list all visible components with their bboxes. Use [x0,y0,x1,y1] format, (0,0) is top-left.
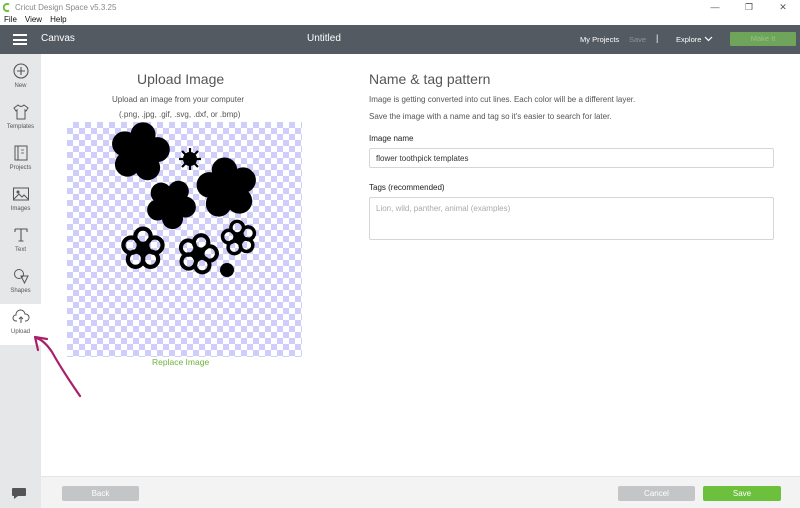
menu-file[interactable]: File [4,15,17,24]
image-icon [12,187,29,201]
shapes-icon [13,269,29,285]
my-projects-link[interactable]: My Projects [580,35,619,44]
cricut-logo-icon [3,2,10,12]
sidebar-item-images[interactable]: Images [0,181,41,222]
chat-icon[interactable] [11,487,27,500]
left-sidebar: New Templates Projects Images Text Shape… [0,54,41,508]
save-button[interactable]: Save [703,486,781,501]
window-title: Cricut Design Space v5.3.25 [15,2,117,12]
replace-image-link[interactable]: Replace Image [152,357,209,367]
section-title: Canvas [41,33,75,44]
conversion-description: Image is getting converted into cut line… [369,95,636,104]
sidebar-item-label: Projects [9,165,32,171]
header-separator: | [656,33,659,43]
sidebar-item-label: Images [10,206,31,212]
sidebar-item-templates[interactable]: Templates [0,99,41,140]
supported-formats-text: (.png, .jpg, .gif, .svg, .dxf, or .bmp) [119,110,241,119]
sidebar-item-label: Text [14,247,26,253]
plus-circle-icon [12,63,29,79]
sidebar-item-upload[interactable]: Upload [0,304,41,345]
back-button[interactable]: Back [62,486,139,501]
sidebar-item-label: New [14,83,27,89]
hamburger-menu-icon[interactable] [13,34,27,45]
name-tag-heading: Name & tag pattern [369,71,491,87]
sidebar-item-label: Templates [6,124,35,130]
minimize-button[interactable]: — [698,0,732,14]
menu-help[interactable]: Help [50,15,66,24]
menu-bar: File View Help [0,14,800,25]
flower-shapes-image [106,122,261,277]
make-it-button[interactable]: Make It [730,32,796,46]
upload-image-heading: Upload Image [137,71,225,87]
sidebar-item-projects[interactable]: Projects [0,140,41,181]
upload-image-subtitle: Upload an image from your computer [112,95,245,104]
app-header: Canvas Untitled My Projects Save | Explo… [0,25,800,54]
image-name-label: Image name [369,134,414,143]
cloud-upload-icon [12,309,29,323]
header-save-link[interactable]: Save [629,35,646,44]
maximize-button[interactable]: ❐ [732,0,766,14]
image-preview [67,122,302,357]
sidebar-item-new[interactable]: New [0,58,41,99]
tags-input[interactable] [369,197,774,240]
cancel-button[interactable]: Cancel [618,486,695,501]
tags-label: Tags (recommended) [369,183,445,192]
book-icon [14,145,27,161]
sidebar-item-text[interactable]: Text [0,222,41,263]
explore-menu[interactable]: Explore [676,35,701,44]
save-description: Save the image with a name and tag so it… [369,112,612,121]
document-title: Untitled [307,33,341,44]
chevron-down-icon[interactable] [704,36,713,42]
text-icon [13,228,28,242]
close-button[interactable]: ✕ [766,0,800,14]
sidebar-item-label: Upload [10,329,30,335]
window-titlebar: Cricut Design Space v5.3.25 — ❐ ✕ [0,0,800,14]
image-name-input[interactable] [369,148,774,168]
sidebar-item-label: Shapes [10,288,31,294]
shirt-icon [12,104,29,120]
sidebar-item-shapes[interactable]: Shapes [0,263,41,304]
menu-view[interactable]: View [25,15,42,24]
